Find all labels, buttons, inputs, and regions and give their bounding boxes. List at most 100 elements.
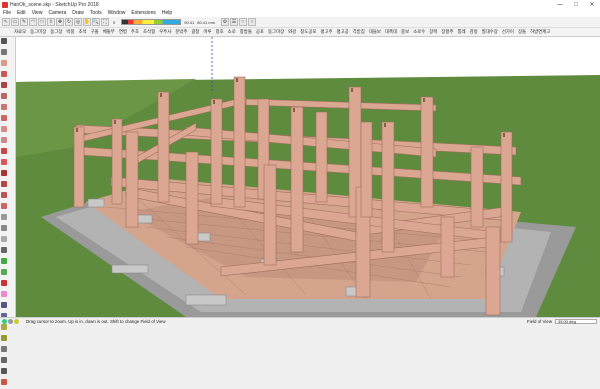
pencil-tool-icon[interactable]: ✎ (20, 18, 28, 26)
make-component-icon[interactable] (1, 49, 7, 55)
arc-icon[interactable] (1, 126, 7, 132)
3d-text-icon[interactable] (1, 269, 7, 275)
section-plane-icon[interactable] (1, 379, 7, 385)
plugin-item[interactable]: 문밖주 (175, 29, 187, 35)
scale-icon[interactable] (1, 192, 7, 198)
menu-draw[interactable]: Draw (72, 10, 84, 16)
plugin-item[interactable]: 대들보 (369, 29, 381, 35)
maximize-button[interactable]: □ (568, 0, 584, 9)
walk-icon[interactable] (1, 368, 7, 374)
zoom-extents-icon[interactable]: ⛶ (101, 18, 109, 26)
move-tool-icon[interactable]: ✥ (56, 18, 64, 26)
select-tool-icon[interactable]: ↖ (2, 18, 10, 26)
plugin-item[interactable]: 장항주 (441, 29, 453, 35)
eraser-tool-icon[interactable]: ▭ (11, 18, 19, 26)
plugin-item[interactable]: 연병 (119, 29, 127, 35)
plugin-item[interactable]: 질대수장 (482, 29, 498, 35)
shape-tool-icon[interactable]: □ (38, 18, 46, 26)
plugin-item[interactable]: 통레 (457, 29, 465, 35)
plugin-item[interactable]: 장돌 (518, 29, 526, 35)
menu-window[interactable]: Window (108, 10, 126, 16)
plugin-item[interactable]: 구돌 (91, 29, 99, 35)
plugin-item[interactable]: 각받침 (353, 29, 365, 35)
minimize-button[interactable]: — (552, 0, 568, 9)
plugin-item[interactable]: 창호 (216, 29, 224, 35)
zoom-tool-icon[interactable]: 🔍 (92, 18, 100, 26)
eraser-icon[interactable] (1, 60, 7, 66)
zoom-icon[interactable] (1, 302, 7, 308)
previous-view-icon[interactable] (1, 335, 7, 341)
plugin-item[interactable]: 마루 (203, 29, 211, 35)
plugin-item[interactable]: 주초 (131, 29, 139, 35)
plugin-item[interactable]: 평고공 (337, 29, 349, 35)
zoom-extents-icon[interactable] (1, 324, 7, 330)
menu-camera[interactable]: Camera (48, 10, 66, 16)
plugin-item[interactable]: 대촉대 (385, 29, 397, 35)
look-around-icon[interactable] (1, 357, 7, 363)
orbit-tool-icon[interactable]: ◎ (74, 18, 82, 26)
hand-icon[interactable]: ☞ (239, 18, 248, 26)
paint-bucket-icon[interactable] (1, 71, 7, 77)
plugin-item[interactable]: 장혁 (429, 29, 437, 35)
plugin-item[interactable]: 동그미장 (268, 29, 284, 35)
follow-me-icon[interactable] (1, 159, 7, 165)
plugin-item[interactable]: 하방연계고 (530, 29, 550, 35)
plugin-item[interactable]: 평고주 (320, 29, 332, 35)
tape-measure-icon[interactable] (1, 214, 7, 220)
plugin-item[interactable]: 창도공포 (300, 29, 316, 35)
dimension-icon[interactable] (1, 225, 7, 231)
menu-help[interactable]: Help (162, 10, 172, 16)
plugin-item[interactable]: 광창 (191, 29, 199, 35)
menu-view[interactable]: View (32, 10, 43, 16)
plugin-item[interactable]: 공포 (256, 29, 264, 35)
plugin-item[interactable]: 창방돌 (240, 29, 252, 35)
arc-tool-icon[interactable]: ◠ (29, 18, 37, 26)
plugin-item[interactable]: 감정 (470, 29, 478, 35)
3d-viewport[interactable] (16, 37, 600, 317)
plugin-item[interactable]: 우주사 (159, 29, 171, 35)
select-icon[interactable] (1, 38, 7, 44)
pushpull-tool-icon[interactable]: ⇧ (47, 18, 55, 26)
move-icon[interactable] (1, 170, 7, 176)
axes-icon[interactable] (1, 258, 7, 264)
plugin-item[interactable]: 선가이 (502, 29, 514, 35)
position-camera-icon[interactable] (1, 346, 7, 352)
pan-icon[interactable] (1, 291, 7, 297)
text-icon[interactable] (1, 247, 7, 253)
menu-extensions[interactable]: Extensions (131, 10, 155, 16)
protractor-icon[interactable] (1, 236, 7, 242)
circle-icon[interactable]: ○ (248, 18, 257, 26)
freehand-icon[interactable] (1, 93, 7, 99)
settings-icon[interactable]: ⚙ (221, 18, 230, 26)
measurements-box[interactable]: 35.00 deg (555, 319, 597, 324)
menu-edit[interactable]: Edit (17, 10, 26, 16)
menu-file[interactable]: File (3, 10, 11, 16)
line-icon[interactable] (1, 82, 7, 88)
polygon-icon[interactable] (1, 137, 7, 143)
plugin-item[interactable]: 소로 (228, 29, 236, 35)
circle-icon[interactable] (1, 115, 7, 121)
rectangle-icon[interactable] (1, 104, 7, 110)
pan-tool-icon[interactable]: ✋ (83, 18, 91, 26)
menu-tools[interactable]: Tools (90, 10, 102, 16)
plugin-item[interactable]: 자료모 (14, 29, 26, 35)
help-icon[interactable] (14, 318, 19, 324)
credits-icon[interactable] (8, 318, 13, 324)
offset-icon[interactable] (1, 203, 7, 209)
plugin-item[interactable]: 박풍 (66, 29, 74, 35)
plugin-item[interactable]: 초석 (79, 29, 87, 35)
plugin-item[interactable]: 소로수 (413, 29, 425, 35)
plugin-item[interactable]: 중보 (401, 29, 409, 35)
orbit-icon[interactable] (1, 280, 7, 286)
layers-icon[interactable]: ☰ (230, 18, 239, 26)
plugin-item[interactable]: 동그장 (50, 29, 62, 35)
rotate-icon[interactable] (1, 181, 7, 187)
plugin-item[interactable]: 초석형 (143, 29, 155, 35)
push-pull-icon[interactable] (1, 148, 7, 154)
plugin-item[interactable]: 동그미장 (30, 29, 46, 35)
close-button[interactable]: ✕ (584, 0, 600, 9)
geo-location-icon[interactable] (2, 318, 7, 324)
plugin-item[interactable]: 와강 (288, 29, 296, 35)
plugin-item[interactable]: 베돌부 (103, 29, 115, 35)
rotate-tool-icon[interactable]: ↻ (65, 18, 73, 26)
